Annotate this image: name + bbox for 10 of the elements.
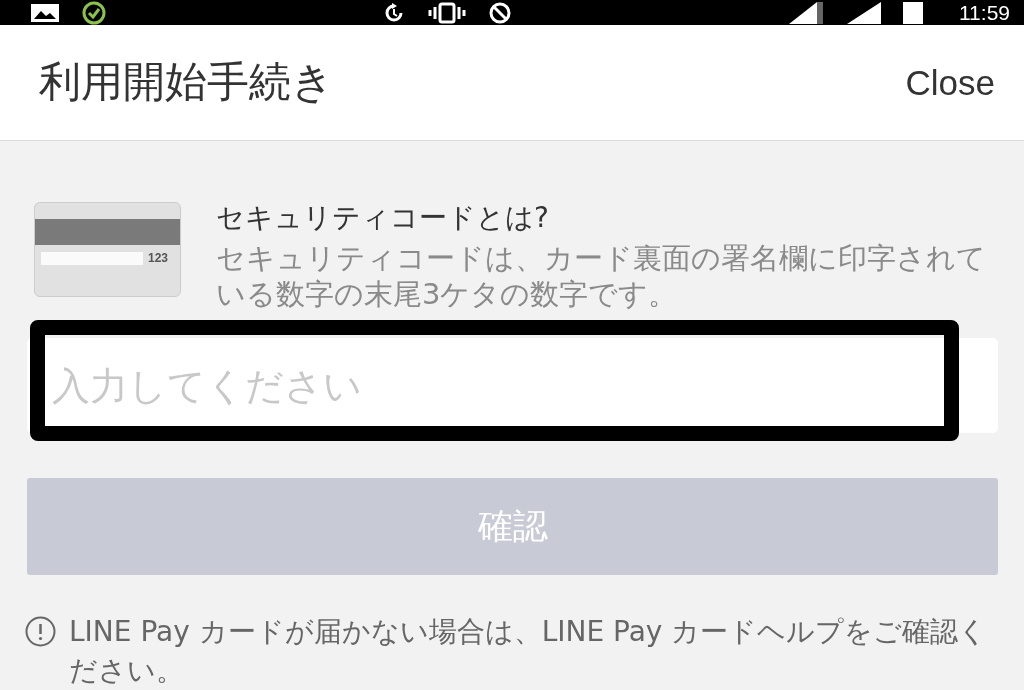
page-title: 利用開始手続き [39,57,334,108]
info-description: セキュリティコードは、カード裏面の署名欄に印字されている数字の末尾3ケタの数字です。 [216,240,987,312]
info-icon [25,616,56,647]
close-link[interactable]: Close [905,62,995,103]
info-title: セキュリティコードとは? [216,200,550,236]
status-time: 11:59 [959,0,1010,25]
check-circle-icon [82,0,106,25]
notice-text: LINE Pay カードが届かない場合は、LINE Pay カードヘルプをご確認ください。 [69,614,989,689]
card-number-text: 123 [148,251,169,265]
slashed-circle-icon [488,1,511,24]
